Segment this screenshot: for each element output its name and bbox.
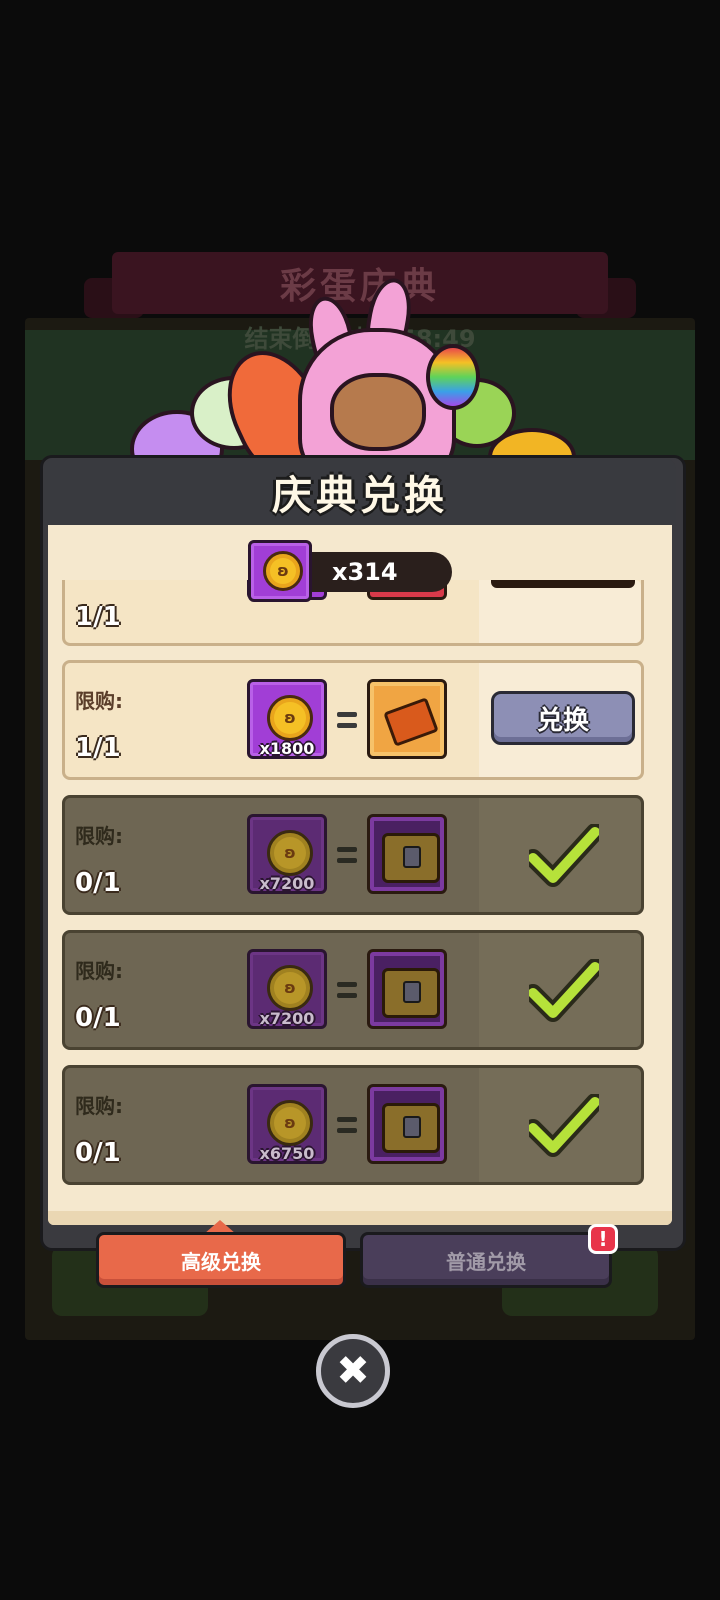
bunny-coin-icon: ʚ	[267, 1099, 313, 1146]
purchase-count: 0/1	[75, 1138, 121, 1168]
popup-title: 庆典兑换	[272, 473, 448, 519]
coin-cost: x7200	[259, 874, 315, 893]
popup-body-footer	[48, 1211, 672, 1225]
popup-header: 庆典兑换	[44, 459, 676, 525]
row-action-area	[479, 580, 641, 643]
rainbow-egg	[426, 344, 480, 410]
gold-chest-icon	[382, 968, 440, 1018]
exchange-row-silver-chest: 限购: 0/1 ʚ x7200	[62, 795, 644, 915]
coin-cost-box: ʚ x1800	[247, 679, 327, 759]
coin-cost: x6750	[259, 1144, 315, 1163]
reward-box[interactable]	[367, 1084, 447, 1164]
check-icon	[529, 959, 599, 1022]
limit-label: 限购:	[75, 959, 123, 983]
tab-label: 普通兑换	[446, 1249, 526, 1274]
bunny-coin-icon: ʚ	[267, 694, 313, 741]
reward-box[interactable]	[367, 679, 447, 759]
exchange-button[interactable]: 兑换	[491, 691, 635, 745]
silver-chest-icon	[382, 833, 440, 883]
equals-icon	[337, 709, 357, 731]
event-mascot-art	[120, 274, 640, 489]
exchange-button-label: 兑换	[536, 705, 589, 736]
row-button-edge	[491, 580, 635, 588]
currency-display: x314 ʚ	[248, 540, 458, 602]
equals-icon	[337, 1114, 357, 1136]
coin-cost-box: ʚ x7200	[247, 949, 327, 1029]
coin-cost-box: ʚ x6750	[247, 1084, 327, 1164]
close-icon: ✖	[336, 1348, 370, 1394]
tab-premium-exchange[interactable]: 高级兑换	[96, 1232, 346, 1288]
reward-box[interactable]	[367, 949, 447, 1029]
capybara-face	[330, 373, 426, 451]
limit-label: 限购:	[75, 1094, 123, 1118]
exchange-row-ticket: 限购: 1/1 ʚ x1800 兑换	[62, 660, 644, 780]
tab-label: 高级兑换	[181, 1249, 261, 1274]
coin-cost-box: ʚ x7200	[247, 814, 327, 894]
notification-badge: !	[588, 1224, 618, 1254]
currency-coin-box: ʚ	[248, 540, 312, 602]
exchange-row-gold-chest: 限购: 0/1 ʚ x7200	[62, 930, 644, 1050]
purchase-count: 1/1	[75, 733, 121, 763]
check-icon	[529, 1094, 599, 1157]
ticket-icon	[383, 697, 439, 747]
purchase-count: 0/1	[75, 1003, 121, 1033]
bunny-coin-icon: ʚ	[263, 550, 303, 591]
rune-chest-icon	[382, 1103, 440, 1153]
close-button[interactable]: ✖	[316, 1334, 390, 1408]
badge-label: !	[598, 1227, 608, 1251]
limit-label: 限购:	[75, 689, 123, 713]
coin-cost: x1800	[259, 739, 315, 758]
check-icon	[529, 824, 599, 887]
equals-icon	[337, 844, 357, 866]
limit-label: 限购:	[75, 824, 123, 848]
equals-icon	[337, 979, 357, 1001]
currency-pill: x314	[292, 552, 452, 592]
coin-cost: x7200	[259, 1009, 315, 1028]
bunny-coin-icon: ʚ	[267, 829, 313, 876]
purchase-count: 1/1	[75, 602, 121, 632]
bunny-coin-icon: ʚ	[267, 964, 313, 1011]
exchange-row-rune-chest: 限购: 0/1 ʚ x6750	[62, 1065, 644, 1185]
tab-normal-exchange[interactable]: 普通兑换	[360, 1232, 612, 1288]
purchase-count: 0/1	[75, 868, 121, 898]
reward-box[interactable]	[367, 814, 447, 894]
currency-amount: x314	[332, 558, 398, 586]
